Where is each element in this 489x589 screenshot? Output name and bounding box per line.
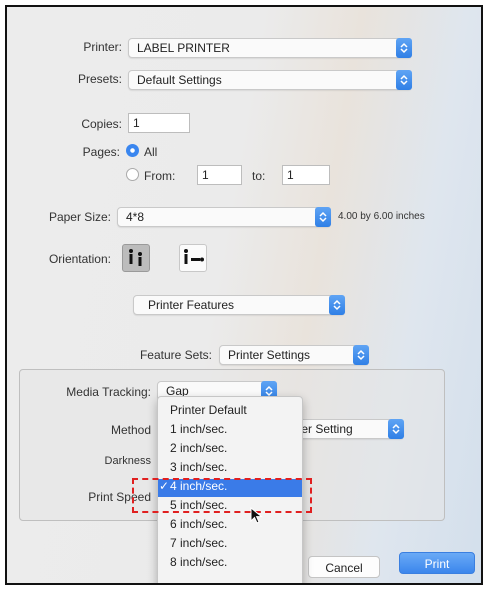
menu-item[interactable]: 8 inch/sec. [158,555,302,573]
printer-label: Printer: [83,40,122,54]
pages-all-radio[interactable] [126,144,139,157]
paper-size-value: 4*8 [126,210,145,224]
paper-dimensions: 4.00 by 6.00 inches [338,211,425,222]
printer-value: LABEL PRINTER [137,41,230,55]
pages-to-field[interactable]: 1 [282,165,330,185]
menu-item[interactable]: Printer Default [158,403,302,421]
pages-from-label: From: [144,169,176,183]
cancel-button[interactable]: Cancel [308,556,380,578]
orientation-portrait-button[interactable] [122,244,150,272]
copies-label: Copies: [81,117,122,131]
portrait-person-icon [129,249,142,266]
feature-sets-popup[interactable]: Printer Settings [219,345,369,365]
method-value: ter Setting [298,422,353,436]
media-tracking-label: Media Tracking: [66,385,151,399]
pages-label: Pages: [82,145,120,159]
feature-sets-value: Printer Settings [228,348,311,362]
popup-arrows-icon [396,70,412,90]
popup-arrows-icon [353,345,369,365]
section-popup[interactable]: Printer Features [133,295,345,315]
menu-item[interactable]: 6 inch/sec. [158,517,302,535]
menu-item[interactable]: 7 inch/sec. [158,536,302,554]
pages-to-label: to: [252,169,266,183]
mouse-pointer-icon [250,507,263,524]
printer-popup[interactable]: LABEL PRINTER [128,38,412,58]
menu-item[interactable]: 3 inch/sec. [158,460,302,478]
menu-item[interactable]: 1 inch/sec. [158,422,302,440]
feature-sets-label: Feature Sets: [139,348,212,362]
print-dialog: Printer: LABEL PRINTER Presets: Default … [5,5,483,585]
annotation-highlight-box [132,478,312,513]
copies-field[interactable]: 1 [128,113,190,133]
popup-arrows-icon [388,419,404,439]
popup-arrows-icon [396,38,412,58]
orientation-landscape-button[interactable] [179,244,207,272]
pages-all-label: All [144,145,158,159]
print-button[interactable]: Print [399,552,475,574]
menu-item[interactable]: 2 inch/sec. [158,441,302,459]
presets-label: Presets: [77,72,122,86]
popup-arrows-icon [329,295,345,315]
darkness-label: Darkness [104,455,151,467]
method-label: Method [110,423,151,437]
pages-range-radio[interactable] [126,168,139,181]
paper-size-label: Paper Size: [48,210,111,224]
presets-popup[interactable]: Default Settings [128,70,412,90]
paper-size-popup[interactable]: 4*8 [117,207,331,227]
pages-from-field[interactable]: 1 [197,165,242,185]
landscape-person-icon [184,249,204,264]
presets-value: Default Settings [137,73,222,87]
section-value: Printer Features [148,298,235,312]
orientation-label: Orientation: [48,252,111,266]
popup-arrows-icon [315,207,331,227]
